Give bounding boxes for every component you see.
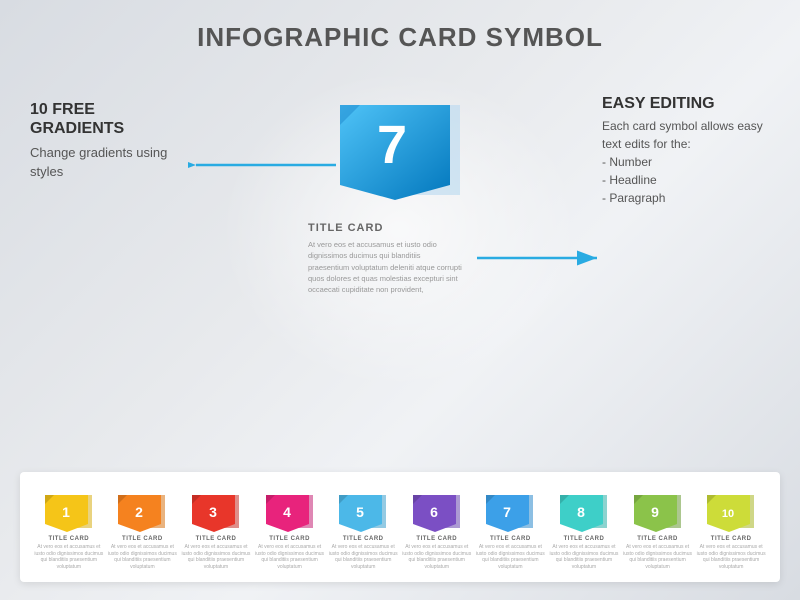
gradients-desc: Change gradients using styles <box>30 144 190 180</box>
card-item-title-6: TITLE CARD <box>416 536 457 542</box>
svg-text:3: 3 <box>209 504 217 520</box>
page-title: INFOGRAPHIC CARD SYMBOL <box>0 0 800 53</box>
svg-text:7: 7 <box>503 504 511 520</box>
card-item-title-8: TITLE CARD <box>564 536 605 542</box>
svg-text:5: 5 <box>356 504 364 520</box>
card-symbol-2: 2 <box>113 490 171 532</box>
right-annotation: EASY EDITING Each card symbol allows eas… <box>602 95 772 207</box>
svg-text:9: 9 <box>651 504 659 520</box>
gradients-title: 10 FREEGRADIENTS <box>30 100 190 138</box>
bottom-strip: 1 TITLE CARD At vero eos et accusamus et … <box>20 472 780 582</box>
svg-text:6: 6 <box>430 504 438 520</box>
card-paragraph: At vero eos et accusamus et iusto odio d… <box>308 239 463 295</box>
card-item-title-1: TITLE CARD <box>48 536 89 542</box>
card-item-8: 8 TITLE CARD At vero eos et accusamus et … <box>549 490 619 570</box>
card-item-title-2: TITLE CARD <box>122 536 163 542</box>
svg-text:1: 1 <box>62 504 70 520</box>
card-item-6: 6 TITLE CARD At vero eos et accusamus et … <box>402 490 472 570</box>
card-symbol-6: 6 <box>408 490 466 532</box>
card-item-7: 7 TITLE CARD At vero eos et accusamus et … <box>476 490 546 570</box>
card-symbol-10: 10 <box>702 490 760 532</box>
card-item-text-3: At vero eos et accusamus et iusto odio d… <box>181 544 251 570</box>
card-symbol-5: 5 <box>334 490 392 532</box>
svg-text:2: 2 <box>135 504 143 520</box>
card-item-9: 9 TITLE CARD At vero eos et accusamus et … <box>623 490 693 570</box>
card-item-5: 5 TITLE CARD At vero eos et accusamus et … <box>328 490 398 570</box>
card-item-1: 1 TITLE CARD At vero eos et accusamus et … <box>34 490 104 570</box>
edit-title: EASY EDITING <box>602 95 772 113</box>
card-item-text-5: At vero eos et accusamus et iusto odio d… <box>328 544 398 570</box>
card-symbol-4: 4 <box>261 490 319 532</box>
card-text-area: TITLE CARD At vero eos et accusamus et i… <box>300 222 500 295</box>
card-shape: 7 <box>330 85 470 220</box>
card-item-text-10: At vero eos et accusamus et iusto odio d… <box>696 544 766 570</box>
svg-text:7: 7 <box>377 115 407 175</box>
card-symbol-3: 3 <box>187 490 245 532</box>
main-container: INFOGRAPHIC CARD SYMBOL 10 FREEGRADIENTS… <box>0 0 800 600</box>
card-item-3: 3 TITLE CARD At vero eos et accusamus et … <box>181 490 251 570</box>
card-symbol-9: 9 <box>629 490 687 532</box>
card-symbol-8: 8 <box>555 490 613 532</box>
card-item-title-3: TITLE CARD <box>196 536 237 542</box>
card-item-text-8: At vero eos et accusamus et iusto odio d… <box>549 544 619 570</box>
center-card: 7 TITLE CARD At vero eos et accusamus et… <box>300 85 500 295</box>
card-item-text-1: At vero eos et accusamus et iusto odio d… <box>34 544 104 570</box>
card-item-title-10: TITLE CARD <box>711 536 752 542</box>
svg-text:4: 4 <box>283 504 291 520</box>
card-item-title-9: TITLE CARD <box>637 536 678 542</box>
card-item-text-9: At vero eos et accusamus et iusto odio d… <box>623 544 693 570</box>
card-item-4: 4 TITLE CARD At vero eos et accusamus et … <box>255 490 325 570</box>
card-title: TITLE CARD <box>308 222 500 234</box>
card-item-text-6: At vero eos et accusamus et iusto odio d… <box>402 544 472 570</box>
card-item-text-2: At vero eos et accusamus et iusto odio d… <box>108 544 178 570</box>
svg-text:10: 10 <box>722 508 734 520</box>
card-item-10: 10 TITLE CARD At vero eos et accusamus et… <box>696 490 766 570</box>
svg-text:8: 8 <box>577 504 585 520</box>
card-symbol-7: 7 <box>481 490 539 532</box>
card-item-text-4: At vero eos et accusamus et iusto odio d… <box>255 544 325 570</box>
card-item-text-7: At vero eos et accusamus et iusto odio d… <box>476 544 546 570</box>
card-item-title-4: TITLE CARD <box>269 536 310 542</box>
card-item-2: 2 TITLE CARD At vero eos et accusamus et … <box>108 490 178 570</box>
card-symbol-1: 1 <box>40 490 98 532</box>
left-annotation: 10 FREEGRADIENTS Change gradients using … <box>30 100 190 181</box>
card-item-title-7: TITLE CARD <box>490 536 531 542</box>
card-item-title-5: TITLE CARD <box>343 536 384 542</box>
edit-desc: Each card symbol allows easy text edits … <box>602 117 772 207</box>
